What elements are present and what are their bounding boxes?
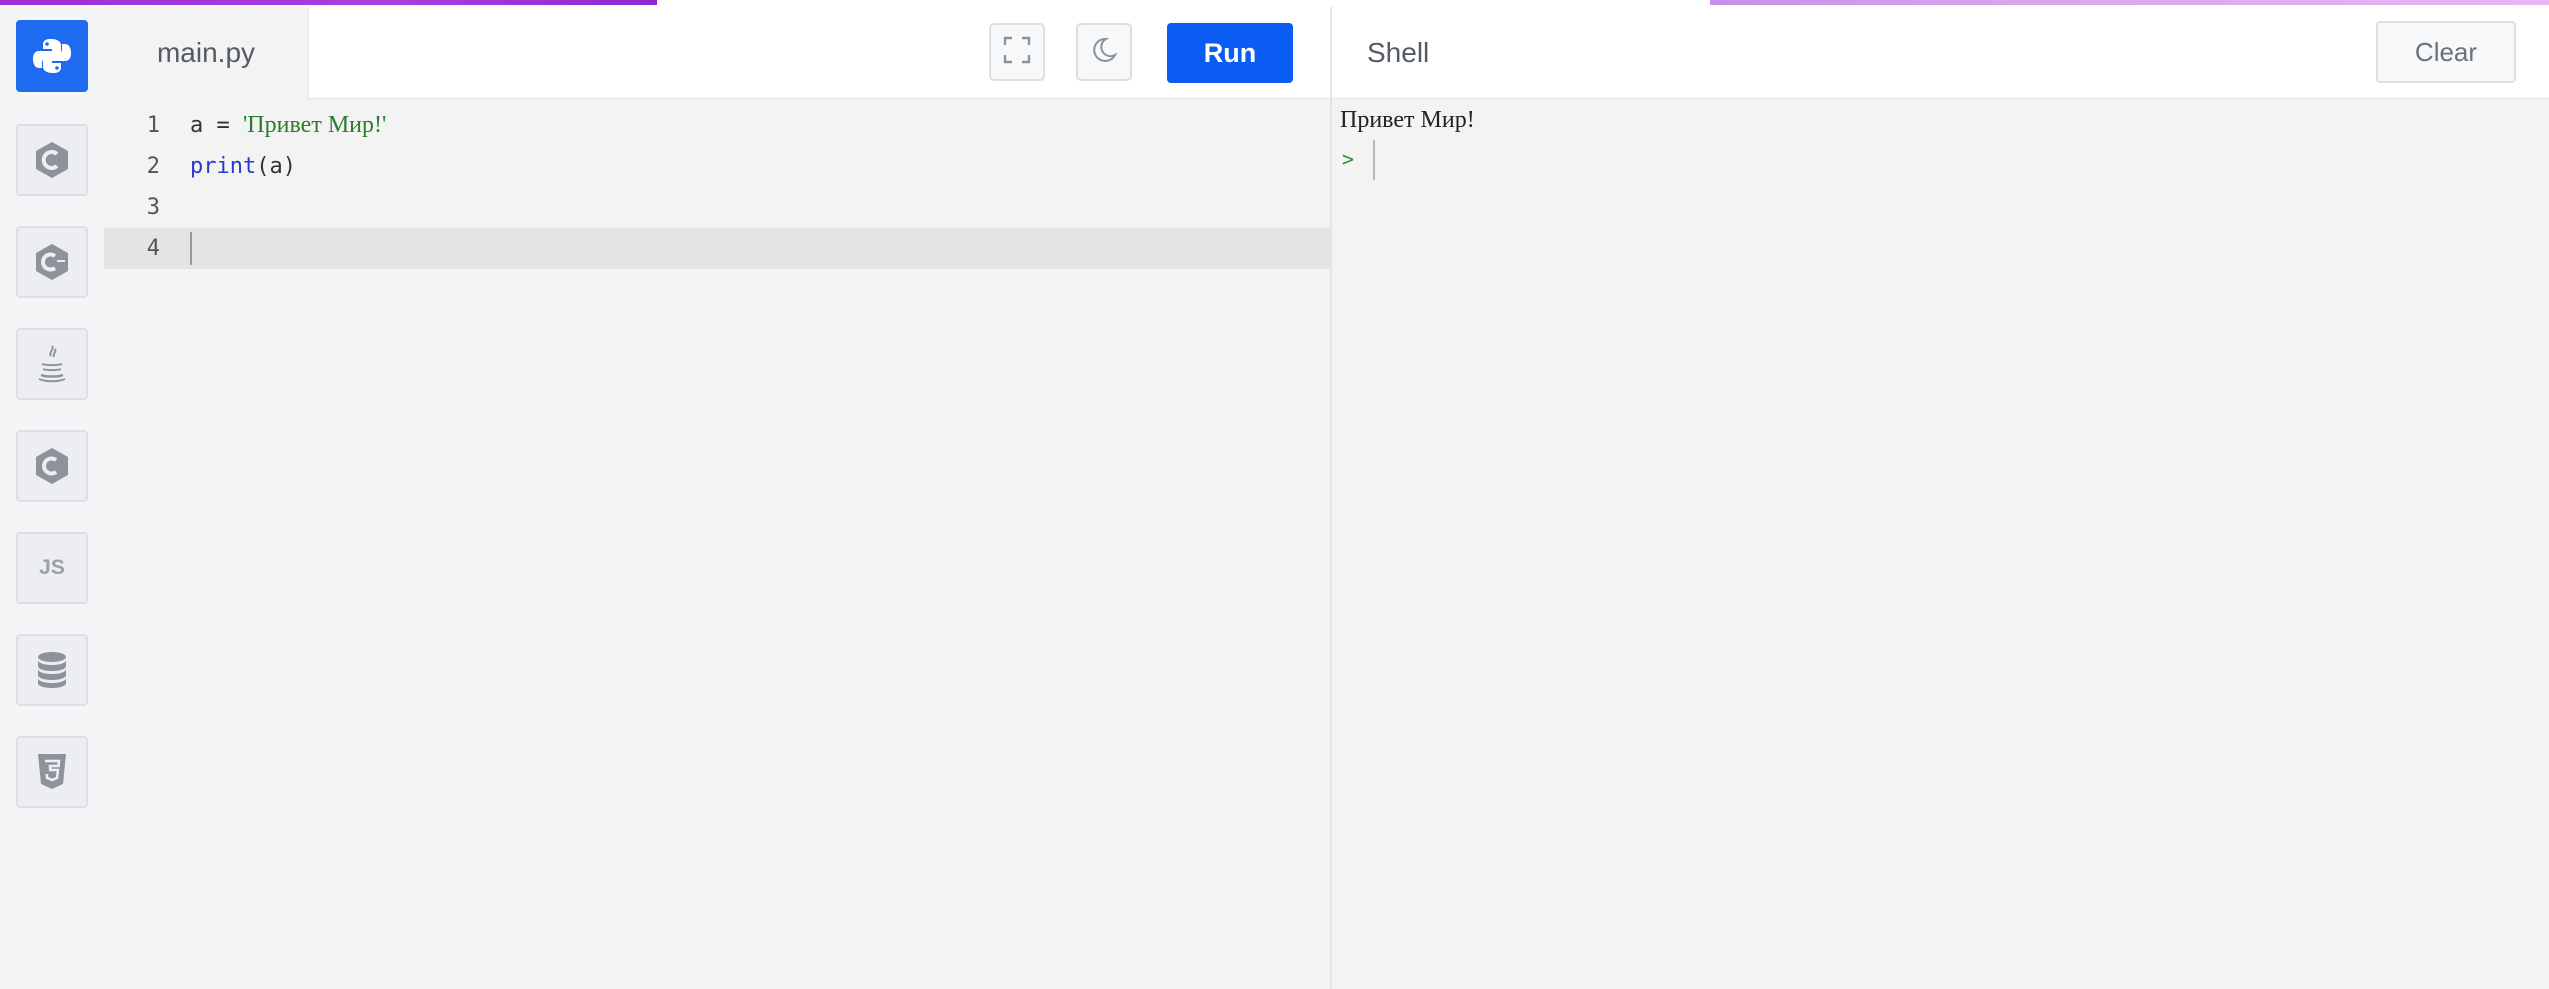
text-cursor xyxy=(190,232,192,265)
lang-button-java[interactable] xyxy=(16,328,88,400)
string-token: 'Привет Мир!' xyxy=(242,112,387,138)
js-icon: JS xyxy=(39,556,65,579)
csharp-icon xyxy=(34,446,70,486)
code-text: a = 'Привет Мир!' xyxy=(190,105,386,146)
python-icon xyxy=(32,36,72,76)
code-area[interactable]: 1 a = 'Привет Мир!' 2 print(a) 3 4 xyxy=(104,99,1330,989)
code-editor-panel: main.py Run 1 a = 'Привет Мир!' 2 print(… xyxy=(104,7,1330,989)
code-line-1[interactable]: 1 a = 'Привет Мир!' xyxy=(104,105,1330,146)
shell-title: Shell xyxy=(1367,37,1430,68)
database-icon xyxy=(36,650,68,690)
clear-button[interactable]: Clear xyxy=(2376,21,2516,83)
html5-icon xyxy=(36,752,68,792)
code-line-2[interactable]: 2 print(a) xyxy=(104,146,1330,187)
run-button-label: Run xyxy=(1203,37,1257,68)
java-icon xyxy=(35,344,69,384)
moon-icon xyxy=(1089,35,1119,70)
lang-button-c[interactable] xyxy=(16,124,88,196)
line-number: 1 xyxy=(146,113,160,138)
lang-button-sql[interactable] xyxy=(16,634,88,706)
fullscreen-icon xyxy=(1002,35,1032,70)
shell-output: Привет Мир! xyxy=(1340,107,1475,133)
shell-prompt: > xyxy=(1342,147,1355,171)
code-text: print(a) xyxy=(190,146,296,187)
file-tab-label: main.py xyxy=(156,37,256,68)
cpp-icon xyxy=(34,242,70,282)
shell-panel: Shell Clear Привет Мир! > xyxy=(1330,7,2549,989)
top-accent-left xyxy=(0,0,657,5)
code-token: (a) xyxy=(256,154,296,179)
dark-mode-button[interactable] xyxy=(1076,23,1132,81)
top-accent-bar xyxy=(0,0,2549,7)
code-token: a = xyxy=(190,113,243,138)
lang-button-python[interactable] xyxy=(16,20,88,92)
shell-toolbar: Shell Clear xyxy=(1332,7,2549,99)
language-sidebar: JS xyxy=(0,7,105,989)
function-token: print xyxy=(190,154,257,179)
code-line-3[interactable]: 3 xyxy=(104,187,1330,228)
editor-toolbar: main.py Run xyxy=(104,7,1330,99)
c-icon xyxy=(34,140,70,180)
lang-button-javascript[interactable]: JS xyxy=(16,532,88,604)
run-button[interactable]: Run xyxy=(1167,23,1293,83)
lang-button-cpp[interactable] xyxy=(16,226,88,298)
lang-button-csharp[interactable] xyxy=(16,430,88,502)
clear-button-label: Clear xyxy=(2414,36,2478,67)
line-number: 2 xyxy=(146,154,160,179)
lang-button-html[interactable] xyxy=(16,736,88,808)
line-number: 3 xyxy=(146,195,160,220)
file-tab-main[interactable]: main.py xyxy=(104,7,309,99)
code-line-4[interactable]: 4 xyxy=(104,228,1330,269)
shell-input-cursor[interactable] xyxy=(1373,140,1375,180)
fullscreen-button[interactable] xyxy=(989,23,1045,81)
line-number: 4 xyxy=(146,236,160,261)
top-accent-right xyxy=(1710,0,2549,5)
